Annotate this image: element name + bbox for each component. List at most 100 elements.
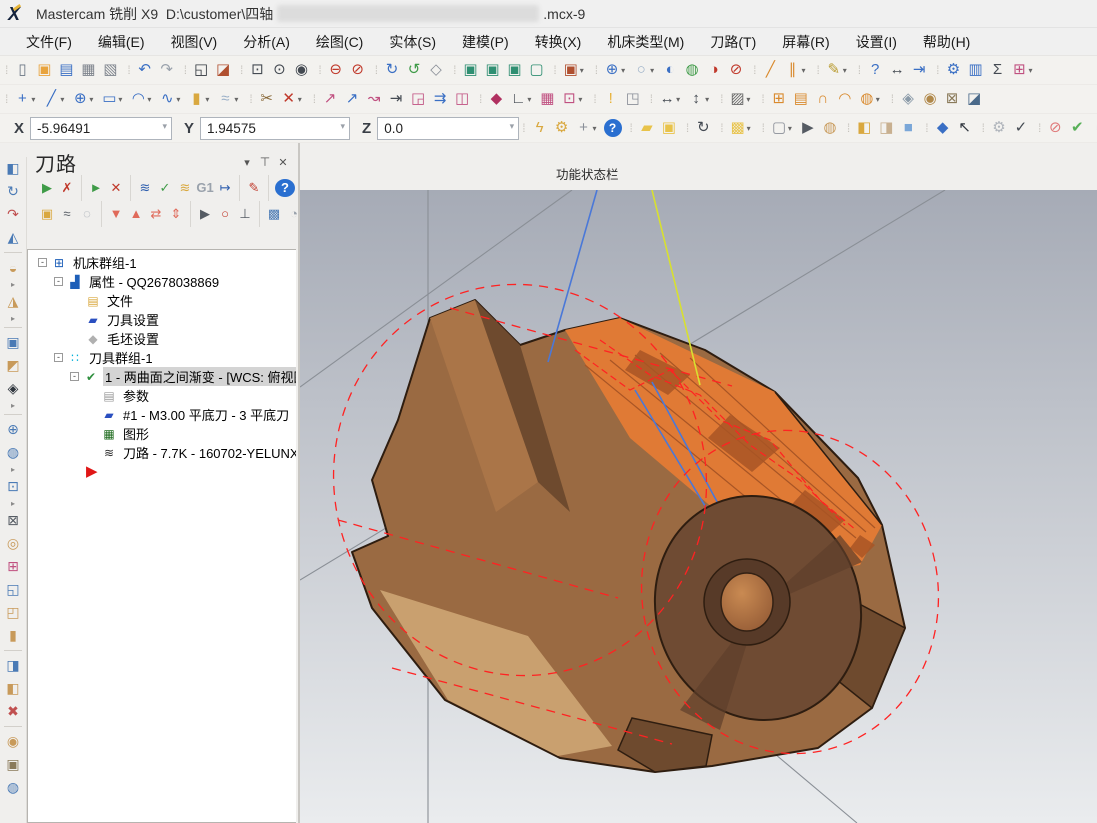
select-arrow-icon[interactable]: ▶ [797, 116, 819, 140]
screen-toolpath-icon[interactable]: ◧ [1, 157, 25, 180]
viewport-canvas[interactable] [300, 190, 1097, 823]
menu-item-9[interactable]: 刀路(T) [698, 29, 768, 55]
dim-horizontal-icon-caret[interactable]: ▾ [676, 95, 684, 104]
tool-display-icon[interactable]: ⊥ [235, 202, 255, 226]
tree-expander-icon[interactable]: - [70, 372, 79, 381]
select-circle-icon[interactable]: ○ [215, 202, 235, 226]
nc-cube-icon[interactable]: ▣ [1, 753, 25, 776]
g1-label[interactable]: G1 [195, 176, 215, 200]
print-preview-icon[interactable]: ▧ [99, 58, 121, 82]
regen-selection-icon[interactable]: ↻ [692, 116, 714, 140]
last-cube-icon[interactable]: ◍ [1, 776, 25, 799]
tree-row-5[interactable]: -∷刀具群组-1 [28, 348, 296, 367]
arc-icon-caret[interactable]: ▾ [89, 95, 97, 104]
help-icon[interactable]: ? [604, 119, 622, 137]
attr-style-icon-caret[interactable]: ▾ [843, 66, 851, 75]
shade-edges-icon[interactable]: ◑ [703, 58, 725, 82]
tree-row-4[interactable]: ◆毛坯设置 [28, 329, 296, 348]
xform-offset-icon[interactable]: ⇉ [429, 87, 451, 111]
lock-icon[interactable]: ▣ [37, 202, 57, 226]
cylinder-cube-icon[interactable]: ▮ [1, 624, 25, 647]
graphics-viewport[interactable] [300, 190, 1097, 823]
analyze-entity-icon[interactable]: ? [864, 58, 886, 82]
menu-item-11[interactable]: 设置(I) [844, 29, 909, 55]
note-icon[interactable]: ! [600, 87, 622, 111]
multiaxis-cube-icon[interactable]: ⊕ [1, 418, 25, 441]
arc-icon[interactable]: ⊕ [69, 87, 91, 111]
x-coordinate-dropdown[interactable] [30, 117, 172, 140]
solid-back-select-icon[interactable]: ◨ [875, 116, 897, 140]
tree-row-6[interactable]: -✔1 - 两曲面之间渐变 - [WCS: 俯视图] [28, 367, 296, 386]
tree-row-7[interactable]: ▤参数 [28, 386, 296, 405]
callout-icon[interactable]: ◳ [622, 87, 644, 111]
backplot-select-icon[interactable]: ▶ [37, 176, 57, 200]
rectangle-icon[interactable]: ▭ [98, 87, 120, 111]
view-sheet-icon[interactable]: ◇ [425, 58, 447, 82]
spline-icon-caret[interactable]: ▾ [176, 95, 184, 104]
gview-iso-icon[interactable]: ▢ [525, 58, 547, 82]
shade-on-icon[interactable]: ◍ [681, 58, 703, 82]
select-window-icon[interactable]: ▣ [658, 116, 680, 140]
wireframe-globe-icon-caret[interactable]: ▾ [621, 66, 629, 75]
axis-select-icon[interactable]: + [573, 116, 595, 140]
analyze-distance-icon[interactable]: ↔ [886, 58, 908, 82]
spline-icon[interactable]: ∿ [156, 87, 178, 111]
tree-expander-icon[interactable]: - [54, 353, 63, 362]
scroll-insert-icon[interactable]: ⇕ [166, 202, 186, 226]
flowline-cube-icon[interactable]: ◮ [1, 290, 25, 313]
tree-expander-icon[interactable]: - [54, 277, 63, 286]
gview-top-icon[interactable]: ▣ [459, 58, 481, 82]
new-file-icon[interactable]: ▯ [11, 58, 33, 82]
tree-row-8[interactable]: ▰#1 - M3.00 平底刀 - 3 平底刀 [28, 405, 296, 424]
magnifier-cube-icon[interactable]: ◎ [1, 532, 25, 555]
tile-cursor-icon[interactable]: ◱ [1, 578, 25, 601]
fillet-icon-caret[interactable]: ▾ [147, 95, 155, 104]
repaint-icon[interactable]: ◪ [212, 58, 234, 82]
wireframe-globe-icon[interactable]: ⊕ [601, 58, 623, 82]
line-icon-caret[interactable]: ▾ [60, 95, 68, 104]
grid-layout-icon-caret[interactable]: ▾ [1028, 66, 1036, 75]
xform-translate3d-icon[interactable]: ↗ [319, 87, 341, 111]
xform-scale-icon[interactable]: ◲ [407, 87, 429, 111]
xform-mirror-icon[interactable]: ◫ [451, 87, 473, 111]
hatch-icon[interactable]: ▨ [726, 87, 748, 111]
select-inside-icon[interactable]: ▰ [636, 116, 658, 140]
solid-face-select-icon[interactable]: ◧ [853, 116, 875, 140]
surface-flat-icon[interactable]: ▤ [790, 87, 812, 111]
zoom-window-icon[interactable]: ⊡ [246, 58, 268, 82]
surface-cube-icon[interactable]: ◒ [1, 256, 25, 279]
attr-style-icon[interactable]: ✎ [823, 58, 845, 82]
tree-row-2[interactable]: ▤文件 [28, 291, 296, 310]
select-mode-icon-caret[interactable]: ▾ [788, 124, 796, 133]
line-style-icon[interactable]: ∥ [781, 58, 803, 82]
strip-expander-icon[interactable]: ▸ [11, 464, 15, 475]
rotate-plane-icon[interactable]: ↺ [403, 58, 425, 82]
shade-sphere-icon-caret[interactable]: ▾ [650, 66, 658, 75]
xform-translate-icon[interactable]: ↗ [341, 87, 363, 111]
mesh-cube-icon[interactable]: ⊠ [1, 509, 25, 532]
x-coordinate-input[interactable] [30, 117, 172, 140]
book-tool-icon[interactable]: ◨ [1, 654, 25, 677]
axis-combine-icon[interactable]: ∟ [507, 87, 529, 111]
face-cube-icon[interactable]: ◩ [1, 354, 25, 377]
strip-expander-icon[interactable]: ▸ [11, 279, 15, 290]
surface-blend-icon[interactable]: ≈ [214, 87, 236, 111]
move-insert-icon[interactable]: ⇄ [146, 202, 166, 226]
toolpath-sim-icon[interactable]: ≋ [175, 176, 195, 200]
xform-project-icon[interactable]: ⇥ [385, 87, 407, 111]
menu-item-5[interactable]: 实体(S) [377, 29, 448, 55]
save-icon[interactable]: ▤ [55, 58, 77, 82]
toolpath-waves-icon[interactable]: ≋ [135, 176, 155, 200]
fast-point-icon[interactable]: ϟ [529, 116, 551, 140]
point-icon-caret[interactable]: ▾ [31, 95, 39, 104]
wcs-cube-icon-caret[interactable]: ▾ [580, 66, 588, 75]
menu-item-0[interactable]: 文件(F) [14, 29, 84, 55]
line-attr-icon[interactable]: ╱ [759, 58, 781, 82]
axis-cube-icon[interactable]: ◉ [1, 730, 25, 753]
undo-icon[interactable]: ↶ [134, 58, 156, 82]
y-coordinate-input[interactable] [200, 117, 350, 140]
menu-item-2[interactable]: 视图(V) [159, 29, 230, 55]
move-up-icon[interactable]: ▲ [126, 202, 146, 226]
point-icon[interactable]: + [11, 87, 33, 111]
ghost-icon[interactable]: ◌ [77, 202, 97, 226]
